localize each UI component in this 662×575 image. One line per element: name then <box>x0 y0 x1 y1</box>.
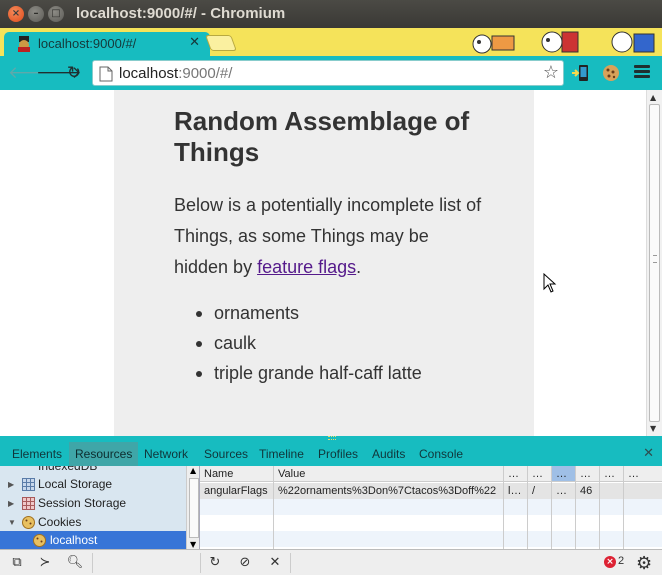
error-icon[interactable]: × <box>604 556 616 568</box>
scroll-up-icon[interactable]: ▲ <box>190 466 196 475</box>
menu-icon[interactable] <box>634 65 650 81</box>
cookie-icon <box>33 534 46 547</box>
column-header[interactable]: … <box>504 466 527 482</box>
column-header[interactable]: … <box>624 466 662 482</box>
table-cell[interactable]: l… <box>504 483 527 499</box>
expand-arrow-icon[interactable]: ▶ <box>8 475 14 494</box>
table-cell[interactable]: %22ornaments%3Don%7Ctacos%3Doff%22 <box>274 483 503 499</box>
browser-toolbar: 🡐 🡒 ↻ localhost:9000/#/ ☆ <box>0 56 662 90</box>
forward-arrow-icon[interactable]: 🡒 <box>36 63 82 83</box>
window-title: localhost:9000/#/ - Chromium <box>76 5 286 22</box>
devtools-statusbar: ⧉ ≻ 🔍︎ ↻ ⊘ ✕ × 2 ⚙ <box>0 549 662 575</box>
tab-console[interactable]: Console <box>413 442 469 466</box>
collapse-arrow-icon[interactable]: ▼ <box>8 513 16 532</box>
favicon-icon <box>18 36 30 52</box>
tab-profiles[interactable]: Profiles <box>312 442 364 466</box>
sidebar-item-localhost[interactable]: localhost <box>0 531 186 549</box>
column-value: Value %22ornaments%3Don%7Ctacos%3Doff%22 <box>274 466 504 549</box>
sidebar-item-local-storage[interactable]: ▶ Local Storage <box>0 475 186 494</box>
table-cell[interactable]: 46 <box>576 483 599 499</box>
tab-network[interactable]: Network <box>138 442 194 466</box>
table-cell[interactable] <box>624 483 662 499</box>
scroll-thumb[interactable] <box>189 478 199 538</box>
new-tab-button[interactable] <box>205 35 237 51</box>
search-icon[interactable]: 🔍︎ <box>66 554 84 572</box>
scroll-down-icon[interactable]: ▼ <box>190 540 196 549</box>
tab-close-icon[interactable]: ✕ <box>189 35 200 50</box>
feature-flags-link[interactable]: feature flags <box>257 257 356 277</box>
bookmark-star-icon[interactable]: ☆ <box>543 62 559 83</box>
back-arrow-icon[interactable]: 🡐 <box>8 63 54 83</box>
clear-icon[interactable]: ⊘ <box>236 554 254 572</box>
scroll-up-icon[interactable]: ▲ <box>650 93 656 102</box>
page-icon <box>99 66 113 82</box>
column-secure: … <box>624 466 662 549</box>
column-header[interactable]: Name <box>200 466 273 482</box>
extension-phone-icon[interactable] <box>572 64 590 82</box>
column-domain: … l… <box>504 466 528 549</box>
column-header[interactable]: … <box>576 466 599 482</box>
window-minimize-button[interactable]: – <box>28 6 44 22</box>
dock-icon[interactable]: ⧉ <box>8 554 26 572</box>
extension-cookie-icon[interactable] <box>602 64 620 82</box>
column-path: … / <box>528 466 552 549</box>
address-url: localhost:9000/#/ <box>119 65 233 82</box>
devtools-close-icon[interactable]: ✕ <box>643 446 654 461</box>
reload-icon[interactable]: ↻ <box>64 63 84 83</box>
resources-sidebar: IndexedDB ▶ Local Storage ▶ Session Stor… <box>0 466 200 549</box>
tab-elements[interactable]: Elements <box>6 442 68 466</box>
list-item: caulk <box>174 328 474 358</box>
list-item: triple grande half-caff latte <box>174 358 474 388</box>
cookie-icon <box>22 516 35 529</box>
gear-icon[interactable]: ⚙ <box>636 553 652 574</box>
scroll-down-icon[interactable]: ▼ <box>650 424 656 433</box>
storage-table-icon <box>22 497 35 510</box>
error-count[interactable]: 2 <box>618 555 624 567</box>
table-cell[interactable] <box>600 483 623 499</box>
column-header[interactable]: … <box>528 466 551 482</box>
delete-icon[interactable]: ✕ <box>266 554 284 572</box>
tab-strip: localhost:9000/#/ ✕ <box>0 28 662 56</box>
page-scrollbar[interactable]: ▲ ▼ <box>646 90 662 436</box>
devtools-body: IndexedDB ▶ Local Storage ▶ Session Stor… <box>0 466 662 549</box>
tab-title: localhost:9000/#/ <box>38 36 137 51</box>
scroll-thumb[interactable] <box>649 104 660 422</box>
list-item: ornaments <box>174 298 474 328</box>
expand-arrow-icon[interactable]: ▶ <box>8 494 14 513</box>
column-expires: … … <box>552 466 576 549</box>
refresh-icon[interactable]: ↻ <box>206 554 224 572</box>
column-header[interactable]: Value <box>274 466 503 482</box>
tab-audits[interactable]: Audits <box>366 442 411 466</box>
page-heading: Random Assemblage of Things <box>174 106 470 167</box>
page-viewport: Random Assemblage of Things Below is a p… <box>0 90 662 436</box>
window-titlebar: × – □ localhost:9000/#/ - Chromium <box>0 0 662 28</box>
storage-table-icon <box>22 478 35 491</box>
cookies-grid: Name angularFlags Value %22ornaments%3Do… <box>200 466 662 549</box>
sidebar-item-cookies[interactable]: ▼ Cookies <box>0 513 186 532</box>
things-list: ornaments caulk triple grande half-caff … <box>174 298 474 388</box>
table-cell[interactable]: … <box>552 483 575 499</box>
theme-artwork-icon <box>472 31 655 54</box>
tab-localhost[interactable]: localhost:9000/#/ ✕ <box>4 32 210 56</box>
sidebar-item-session-storage[interactable]: ▶ Session Storage <box>0 494 186 513</box>
tab-sources[interactable]: Sources <box>198 442 254 466</box>
column-name: Name angularFlags <box>200 466 274 549</box>
tab-timeline[interactable]: Timeline <box>253 442 310 466</box>
tab-resources[interactable]: Resources <box>69 442 139 466</box>
mouse-cursor-icon <box>543 273 557 293</box>
window-maximize-button[interactable]: □ <box>48 6 64 22</box>
table-cell[interactable]: / <box>528 483 551 499</box>
column-http: … <box>600 466 624 549</box>
column-header-sorted[interactable]: … <box>552 466 575 482</box>
window-close-button[interactable]: × <box>8 6 24 22</box>
column-size: … 46 <box>576 466 600 549</box>
content-panel: Random Assemblage of Things Below is a p… <box>114 90 534 436</box>
column-header[interactable]: … <box>600 466 623 482</box>
console-drawer-icon[interactable]: ≻ <box>36 554 54 572</box>
sidebar-scrollbar[interactable]: ▲ ▼ <box>186 466 199 549</box>
devtools-tabbar: Elements Resources Network Sources Timel… <box>0 442 662 466</box>
address-bar[interactable]: localhost:9000/#/ ☆ <box>92 60 564 86</box>
table-cell[interactable]: angularFlags <box>200 483 273 499</box>
intro-paragraph: Below is a potentially incomplete list o… <box>174 195 482 277</box>
